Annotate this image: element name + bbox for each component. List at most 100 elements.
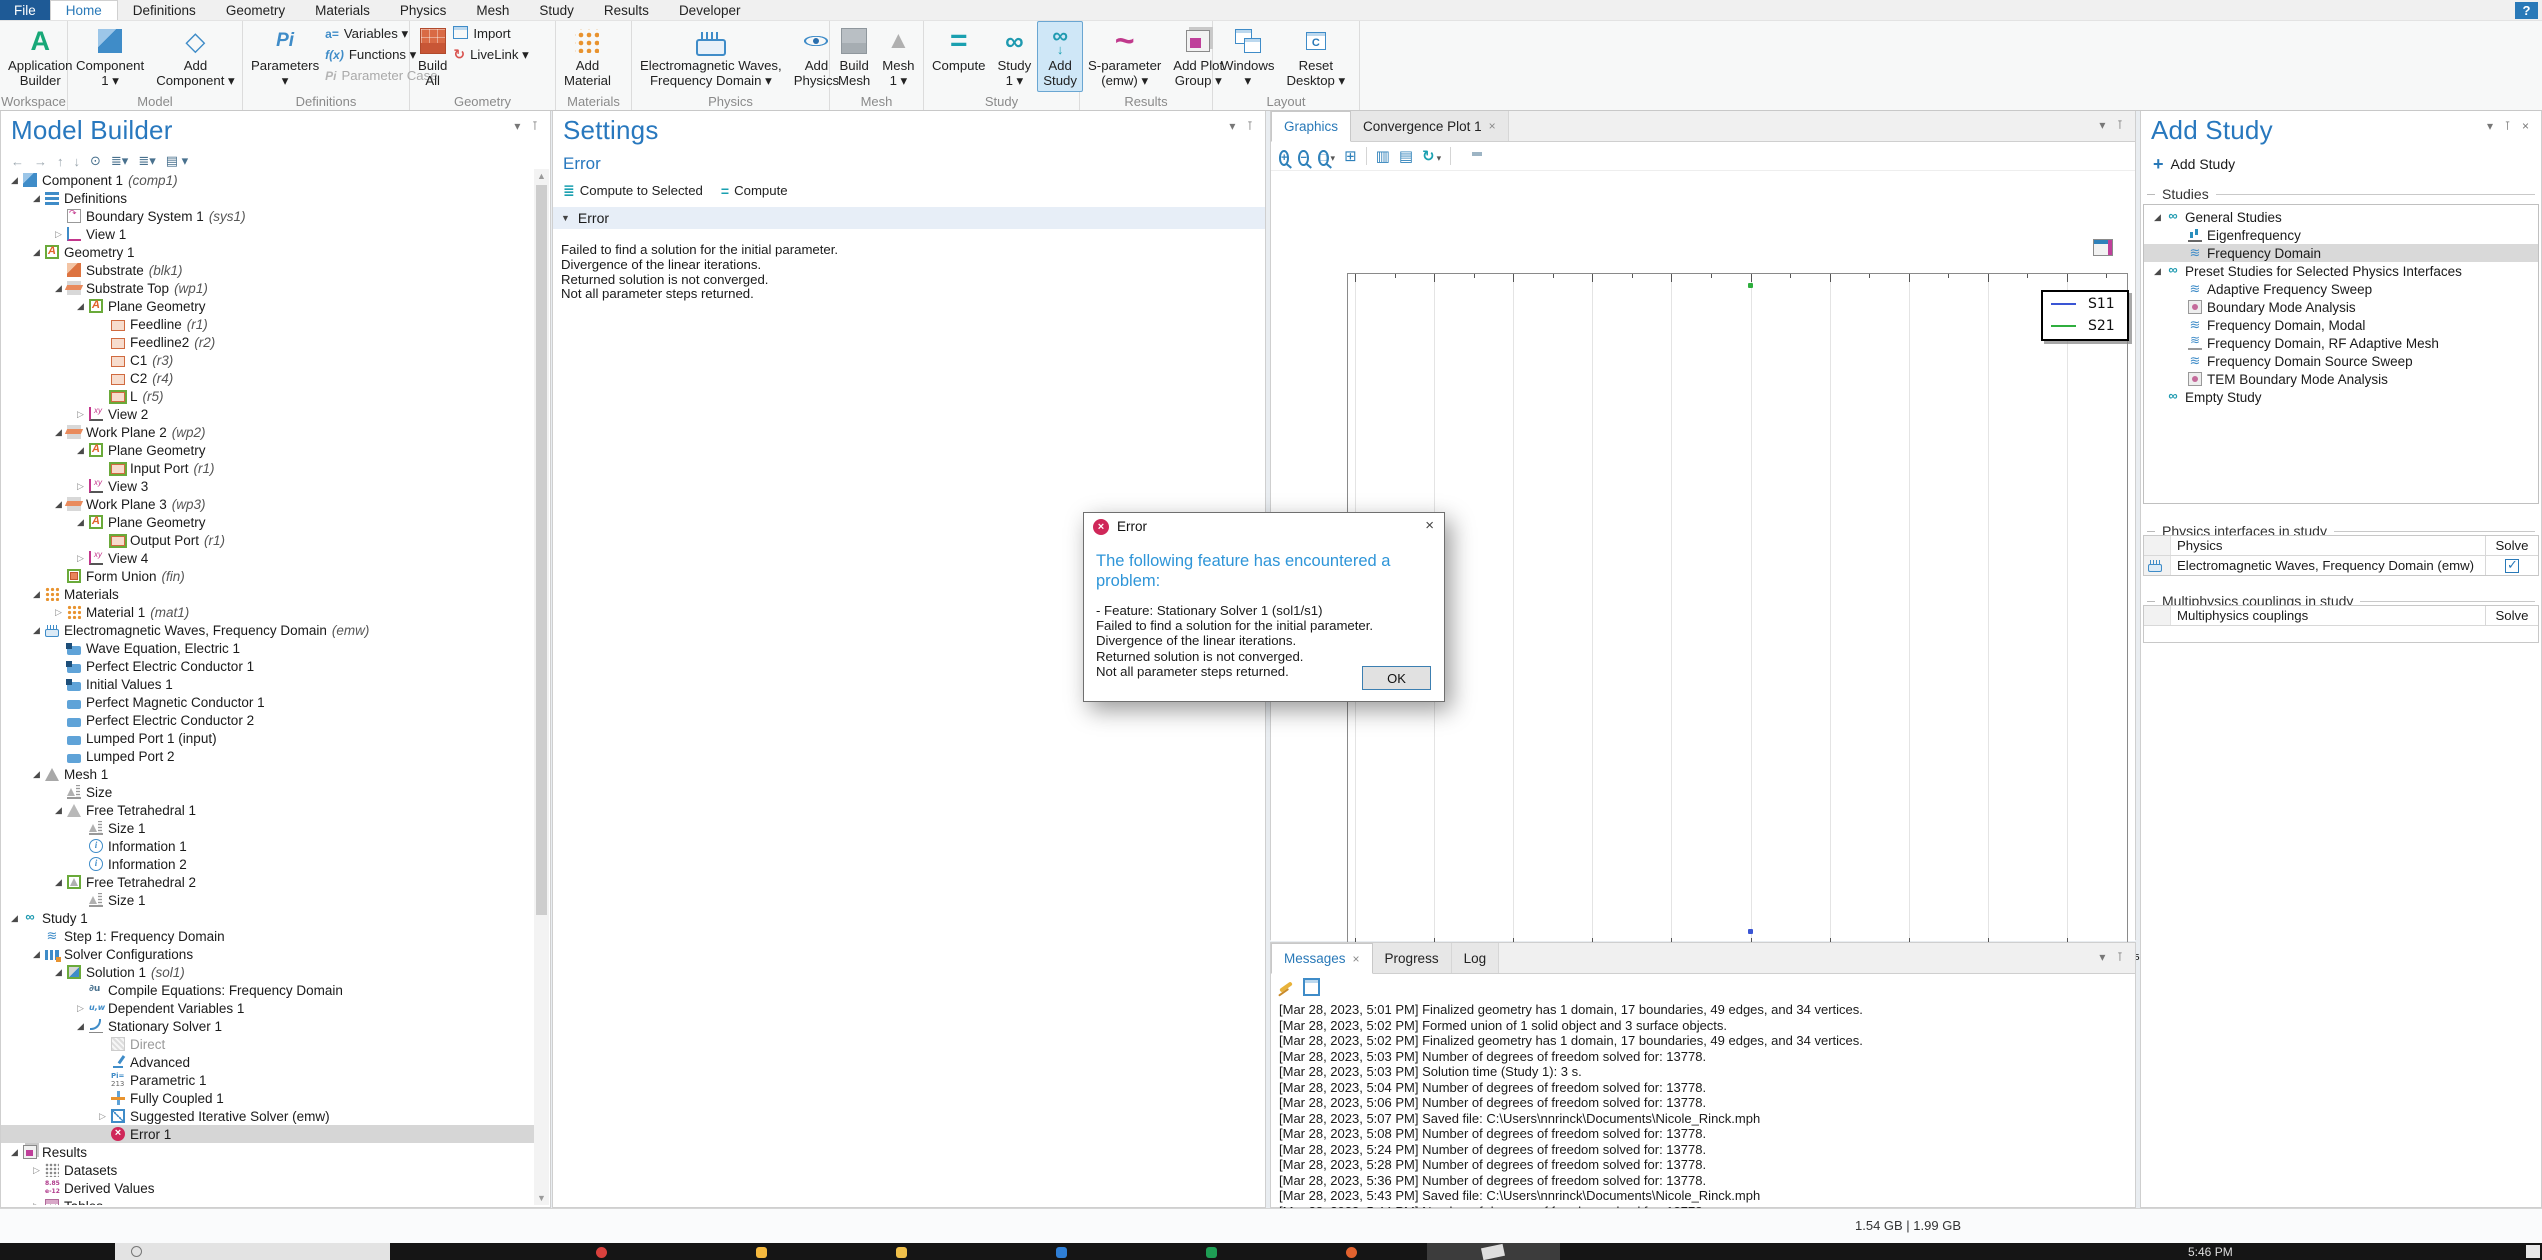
menu-tab-developer[interactable]: Developer <box>664 0 756 20</box>
model-builder-scrollbar[interactable] <box>534 169 549 1205</box>
model-tree-item[interactable]: Advanced <box>1 1053 534 1071</box>
closed-arrow-icon[interactable]: ▷ <box>51 607 66 618</box>
taskbar-folder-icon[interactable] <box>896 1247 907 1258</box>
report-icon[interactable] <box>1303 978 1320 996</box>
open-arrow-icon[interactable]: ◢ <box>73 517 88 528</box>
model-tree-item[interactable]: ◢Geometry 1 <box>1 243 534 261</box>
compute-button[interactable]: =Compute <box>721 183 788 199</box>
model-tree-item[interactable]: Derived Values <box>1 1179 534 1197</box>
study-tree-item[interactable]: Frequency Domain <box>2144 244 2538 262</box>
study-tree-item[interactable]: Adaptive Frequency Sweep <box>2144 280 2538 298</box>
model-tree-item[interactable]: Compile Equations: Frequency Domain <box>1 981 534 999</box>
model-tree-item[interactable]: ◢Stationary Solver 1 <box>1 1017 534 1035</box>
model-tree-item[interactable]: ◢Study 1 <box>1 909 534 927</box>
help-button[interactable]: ? <box>2515 2 2538 19</box>
model-tree-item[interactable]: Lumped Port 1 (input) <box>1 729 534 747</box>
taskbar-app-icon[interactable] <box>756 1247 767 1258</box>
model-tree-item[interactable]: Output Port(r1) <box>1 531 534 549</box>
taskbar-app-icon[interactable] <box>1056 1247 1067 1258</box>
open-arrow-icon[interactable]: ◢ <box>51 427 66 438</box>
model-tree-item[interactable]: ◢Results <box>1 1143 534 1161</box>
model-tree-item[interactable]: Input Port(r1) <box>1 459 534 477</box>
model-tree-item[interactable]: C2(r4) <box>1 369 534 387</box>
closed-arrow-icon[interactable]: ▷ <box>29 1165 44 1176</box>
model-tree-item[interactable]: Parametric 1 <box>1 1071 534 1089</box>
closed-arrow-icon[interactable]: ▷ <box>51 229 66 240</box>
open-arrow-icon[interactable]: ◢ <box>73 1021 88 1032</box>
menu-tab-materials[interactable]: Materials <box>300 0 385 20</box>
messages-tab-messages[interactable]: Messages× <box>1271 943 1373 974</box>
open-arrow-icon[interactable]: ◢ <box>51 499 66 510</box>
menu-tab-definitions[interactable]: Definitions <box>118 0 211 20</box>
scrollbar-thumb[interactable] <box>536 185 547 915</box>
open-arrow-icon[interactable]: ◢ <box>73 301 88 312</box>
model-tree-item[interactable]: ▷Dependent Variables 1 <box>1 999 534 1017</box>
model-tree-item[interactable]: ◢Plane Geometry <box>1 513 534 531</box>
menu-tab-file[interactable]: File <box>0 0 50 20</box>
livelink-button[interactable]: ↻LiveLink ▾ <box>453 46 528 63</box>
add-study-action[interactable]: +Add Study <box>2141 146 2541 172</box>
model-tree-item[interactable]: Wave Equation, Electric 1 <box>1 639 534 657</box>
model-tree-item[interactable]: Form Union(fin) <box>1 567 534 585</box>
model-tree-item[interactable]: Lumped Port 2 <box>1 747 534 765</box>
model-tree-item[interactable]: Perfect Magnetic Conductor 1 <box>1 693 534 711</box>
model-tree-item[interactable]: ▷View 2 <box>1 405 534 423</box>
study-tree-item[interactable]: ◢Preset Studies for Selected Physics Int… <box>2144 262 2538 280</box>
study-tree-item[interactable]: Boundary Mode Analysis <box>2144 298 2538 316</box>
study-tree-item[interactable]: ◢General Studies <box>2144 208 2538 226</box>
menu-tab-home[interactable]: Home <box>50 0 118 20</box>
study-tree-item[interactable]: TEM Boundary Mode Analysis <box>2144 370 2538 388</box>
model-tree-item[interactable]: Substrate(blk1) <box>1 261 534 279</box>
menu-tab-results[interactable]: Results <box>589 0 664 20</box>
model-tree-item[interactable]: ◢Solution 1(sol1) <box>1 963 534 981</box>
model-tree-item[interactable]: Step 1: Frequency Domain <box>1 927 534 945</box>
model-tree-node-text-icon[interactable]: ▤ ▾ <box>166 153 188 169</box>
build-mesh-button[interactable]: BuildMesh <box>832 21 876 92</box>
model-tree-item[interactable]: ◢Free Tetrahedral 1 <box>1 801 534 819</box>
model-tree-item[interactable]: Perfect Electric Conductor 2 <box>1 711 534 729</box>
taskbar-app-icon[interactable] <box>1346 1247 1357 1258</box>
model-tree-item[interactable]: C1(r3) <box>1 351 534 369</box>
model-tree-item[interactable]: ▷Suggested Iterative Solver (emw) <box>1 1107 534 1125</box>
zoom-box-icon[interactable]: □▾ <box>1318 149 1335 164</box>
plot-refresh-icon[interactable]: ↻▾ <box>1422 149 1441 164</box>
mesh-1-button[interactable]: ▲Mesh1 ▾ <box>876 21 920 92</box>
open-arrow-icon[interactable]: ◢ <box>51 967 66 978</box>
model-tree-item[interactable]: Information 2 <box>1 855 534 873</box>
zoom-extents-icon[interactable]: ⊞ <box>1344 149 1357 164</box>
closed-arrow-icon[interactable]: ▷ <box>73 409 88 420</box>
import-button[interactable]: Import <box>453 25 528 42</box>
open-arrow-icon[interactable]: ◢ <box>29 589 44 600</box>
parameters-button[interactable]: PiParameters▾ <box>245 21 325 92</box>
study-tree-item[interactable]: Frequency Domain Source Sweep <box>2144 352 2538 370</box>
model-tree-item[interactable]: Feedline(r1) <box>1 315 534 333</box>
reset-desktop-button[interactable]: CResetDesktop ▾ <box>1281 21 1352 92</box>
closed-arrow-icon[interactable]: ▷ <box>73 481 88 492</box>
physics-row[interactable]: Electromagnetic Waves, Frequency Domain … <box>2144 556 2538 575</box>
model-tree-item[interactable]: Fully Coupled 1 <box>1 1089 534 1107</box>
dialog-close-icon[interactable]: × <box>1425 517 1434 534</box>
build-all-button[interactable]: BuildAll <box>412 21 453 92</box>
taskbar-show-desktop[interactable] <box>2526 1245 2540 1258</box>
panel-menu-icons[interactable]: ▾ ⊺ <box>1229 119 1257 133</box>
model-tree-item[interactable]: Feedline2(r2) <box>1 333 534 351</box>
model-tree-item[interactable]: ◢Definitions <box>1 189 534 207</box>
model-tree-item[interactable]: ◢Component 1(comp1) <box>1 171 534 189</box>
study-tree-item[interactable]: Frequency Domain, Modal <box>2144 316 2538 334</box>
show-eye-icon[interactable]: ⊙ <box>90 153 101 169</box>
back-arrow-icon[interactable]: ← <box>11 154 24 169</box>
closed-arrow-icon[interactable]: ▷ <box>29 1201 44 1206</box>
model-tree-item[interactable]: ◢Substrate Top(wp1) <box>1 279 534 297</box>
open-arrow-icon[interactable]: ◢ <box>7 1147 22 1158</box>
compute-to-selected-button[interactable]: ≣Compute to Selected <box>563 182 703 199</box>
component-button[interactable]: Component1 ▾ <box>70 21 150 92</box>
forward-arrow-icon[interactable]: → <box>34 154 47 169</box>
open-arrow-icon[interactable]: ◢ <box>51 877 66 888</box>
model-tree-item[interactable]: ◢Plane Geometry <box>1 297 534 315</box>
model-tree-item[interactable]: Perfect Electric Conductor 1 <box>1 657 534 675</box>
model-tree-item[interactable]: ▷View 4 <box>1 549 534 567</box>
open-arrow-icon[interactable]: ◢ <box>29 625 44 636</box>
closed-arrow-icon[interactable]: ▷ <box>73 1003 88 1014</box>
study-tree-item[interactable]: Eigenfrequency <box>2144 226 2538 244</box>
model-tree-item[interactable]: Size 1 <box>1 891 534 909</box>
